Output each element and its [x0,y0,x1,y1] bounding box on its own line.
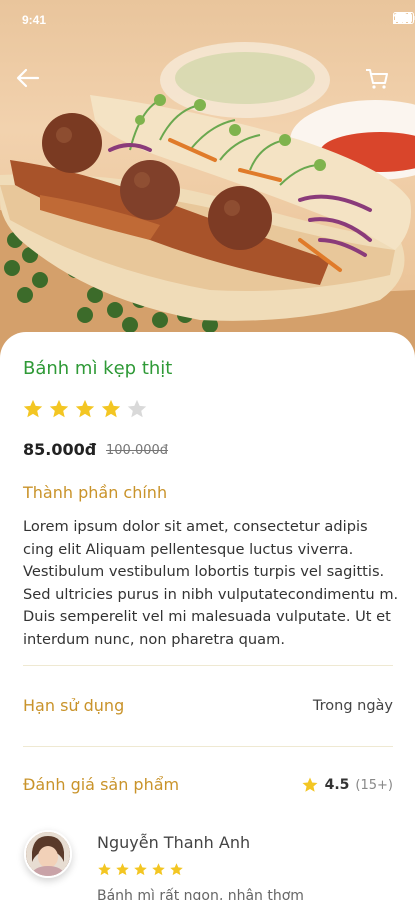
divider [23,665,393,666]
expiry-label: Hạn sử dụng [23,696,125,715]
sandwich-illustration [0,42,415,370]
review-text: Bánh mì rất ngon, nhân thơm [97,888,304,900]
product-name: Bánh mì kẹp thịt [23,358,173,379]
star-icon [134,863,147,876]
reviewer-name: Nguyễn Thanh Anh [97,833,251,852]
star-icon [49,399,69,418]
reviewer-avatar[interactable] [24,830,72,878]
star-icon [98,863,111,876]
ingredients-description: Lorem ipsum dolor sit amet, consectetur … [23,518,399,648]
ingredients-title: Thành phần chính [23,483,168,502]
product-price: 85.000đ [23,440,97,459]
expiry-value: Trong ngày [312,698,393,714]
star-icon [116,863,129,876]
cart-icon [366,69,388,89]
review-stars [97,862,184,877]
star-icon [302,777,318,792]
status-bar: 9:41 [0,0,415,40]
product-old-price: 100.000đ [106,443,169,458]
star-icon [170,863,183,876]
rating-count: (15+) [355,777,393,793]
product-hero-image: 9:41 [0,0,415,370]
back-button[interactable] [16,68,52,104]
star-icon [127,399,147,418]
status-time: 9:41 [22,13,47,27]
cart-button[interactable] [365,68,401,104]
star-icon [23,399,43,418]
rating-summary[interactable]: 4.5 (15+) [301,776,393,794]
star-icon [75,399,95,418]
star-icon [152,863,165,876]
battery-icon [393,12,415,24]
product-rating-stars [22,398,148,420]
rating-average: 4.5 [324,777,350,793]
avatar-photo [26,832,70,876]
back-arrow-icon [16,68,40,88]
divider [23,746,393,747]
reviews-label: Đánh giá sản phẩm [23,775,180,794]
star-icon [101,399,121,418]
